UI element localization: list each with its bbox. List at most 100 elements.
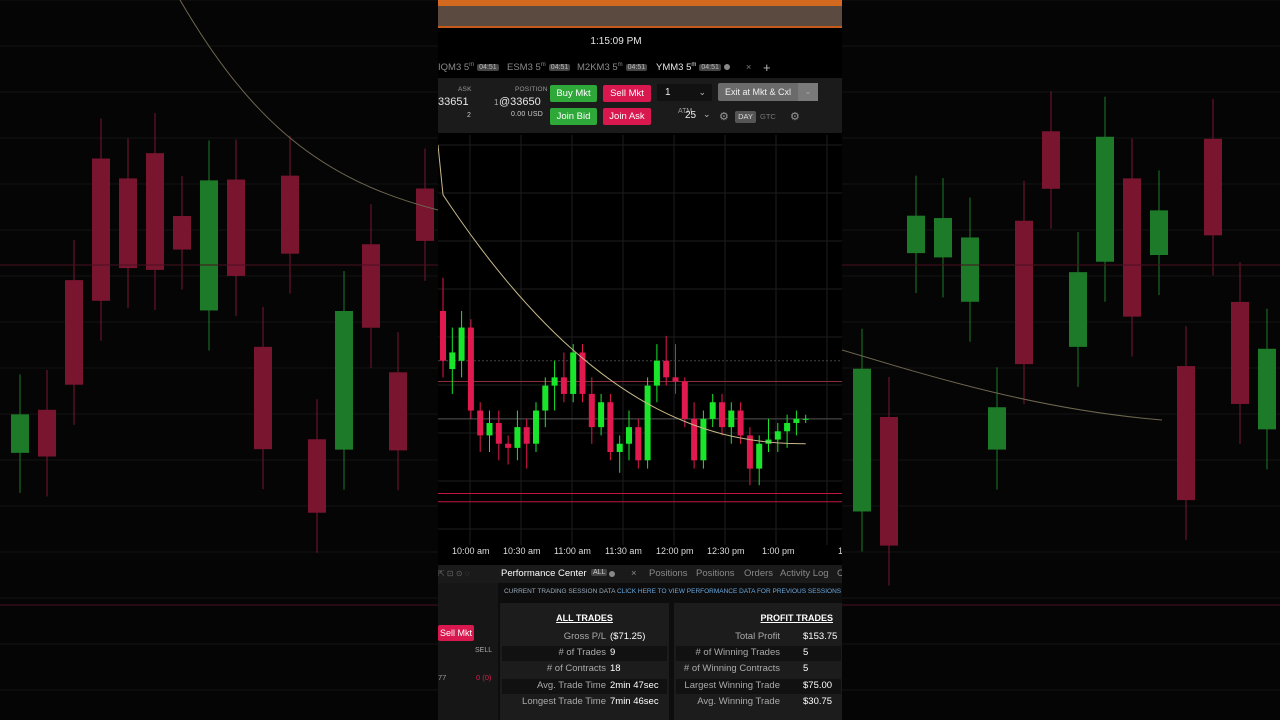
sell-mkt-button-small[interactable]: Sell Mkt — [438, 625, 474, 641]
performance-center: CURRENT TRADING SESSION DATA CLICK HERE … — [498, 583, 842, 720]
x-tick-label: 1:00 pm — [762, 546, 795, 556]
tab-esm3[interactable]: ESM3 5m 04:51 — [507, 62, 571, 73]
candle-body — [1015, 220, 1033, 365]
background-chart-right — [842, 0, 1280, 720]
candle-body — [38, 409, 56, 457]
candle-body — [92, 158, 110, 301]
performance-header: ⇱ ⊡ ⊙ ◌ Performance Center ALL × Positio… — [438, 565, 842, 583]
all-trades-title: ALL TRADES — [556, 613, 613, 623]
candle-body — [880, 417, 898, 546]
candle-body — [551, 377, 558, 386]
candle-body — [635, 427, 642, 461]
gtc-toggle[interactable]: GTC — [760, 111, 776, 123]
candle-body — [449, 352, 456, 370]
candle-body — [1258, 348, 1276, 430]
tab-activity-log[interactable]: Activity Log — [780, 568, 829, 579]
candle-body — [1231, 301, 1249, 404]
tab-positions-2[interactable]: Positions — [696, 568, 735, 579]
candle-body — [416, 188, 434, 241]
candle-body — [961, 237, 979, 302]
stat-row: Largest Winning Trade $75.00 — [676, 679, 841, 694]
candle-body — [533, 410, 539, 444]
session-info: CURRENT TRADING SESSION DATA CLICK HERE … — [504, 588, 842, 595]
ask-label: ASK — [458, 86, 472, 93]
atm-settings-gear-icon[interactable]: ⚙ — [719, 110, 729, 123]
x-tick-label: 11:30 am — [605, 546, 642, 556]
performance-center-tab[interactable]: Performance Center — [501, 568, 587, 579]
candle-body — [362, 244, 380, 328]
candle-body — [1096, 136, 1114, 262]
panel-tool-icons[interactable]: ⇱ ⊡ ⊙ ◌ — [438, 569, 470, 578]
candle-body — [700, 418, 707, 461]
sell-column-label: SELL — [475, 647, 493, 654]
candle-body — [335, 311, 353, 450]
candlestick-chart[interactable] — [438, 135, 842, 545]
order-ticket-panel: Sell Mkt SELL 77 0 (0) — [438, 583, 498, 720]
order-row-left: 77 — [438, 673, 447, 682]
profit-trades-title: PROFIT TRADES — [760, 613, 833, 623]
candle-body — [1204, 138, 1222, 236]
candle-body — [11, 414, 29, 453]
candle-body — [784, 422, 791, 432]
day-toggle[interactable]: DAY — [735, 111, 756, 123]
close-panel-icon[interactable]: × — [631, 568, 637, 579]
candle-body — [523, 427, 530, 444]
tab-more[interactable]: C — [837, 568, 842, 579]
candle-body — [719, 402, 725, 428]
candle-body — [486, 422, 493, 436]
order-settings-gear-icon[interactable]: ⚙ — [790, 110, 800, 123]
stat-row: # of Contracts 18 — [546, 663, 621, 674]
tab-orders[interactable]: Orders — [744, 568, 773, 579]
quantity-select[interactable]: 1 ⌄ — [657, 84, 712, 101]
candle-body — [119, 178, 137, 269]
sell-mkt-button[interactable]: Sell Mkt — [603, 85, 651, 102]
candle-body — [644, 385, 651, 461]
stat-row: # of Trades 9 — [502, 646, 667, 661]
all-trades-card: ALL TRADES Gross P/L ($71.25) # of Trades… — [500, 603, 669, 720]
atm-select[interactable]: 25 ⌄ — [681, 107, 721, 124]
chevron-down-icon: ⌄ — [703, 109, 711, 119]
stat-row: Longest Trade Time 7min 46sec — [522, 696, 659, 707]
top-banner — [438, 0, 842, 28]
add-tab-button[interactable]: + — [763, 60, 771, 75]
candle-body — [560, 377, 567, 394]
position-qty: 1 — [494, 98, 499, 107]
tab-positions[interactable]: Positions — [649, 568, 688, 579]
candle-body — [907, 215, 925, 254]
x-tick-label: 12:00 pm — [656, 546, 694, 556]
close-tab-icon[interactable]: × — [746, 62, 752, 73]
join-bid-button[interactable]: Join Bid — [550, 108, 597, 125]
candle-body — [505, 443, 512, 448]
buy-mkt-button[interactable]: Buy Mkt — [550, 85, 597, 102]
candle-body — [934, 218, 952, 258]
x-tick-label: 10:00 am — [452, 546, 490, 556]
exit-at-mkt-button[interactable]: Exit at Mkt & Cxl ⌄ — [718, 83, 818, 101]
trade-panel: ASK 33651 2 POSITION 1 @33650 0.00 USD B… — [438, 78, 842, 133]
candle-body — [1150, 210, 1168, 255]
candle-body — [467, 327, 474, 411]
previous-sessions-link[interactable]: CLICK HERE TO VIEW PERFORMANCE DATA FOR … — [617, 588, 841, 595]
all-badge[interactable]: ALL — [591, 569, 608, 576]
tab-m2km3[interactable]: M2KM3 5m 04:51 — [577, 62, 648, 73]
instrument-tabs: IQM3 5m 04:51 ESM3 5m 04:51 M2KM3 5m 04:51 … — [438, 60, 842, 78]
candle-body — [672, 377, 679, 382]
candle-body — [146, 153, 164, 270]
status-time: 1:15:09 PM — [590, 36, 642, 47]
stat-row: # of Winning Contracts 5 — [683, 663, 809, 674]
candle-body — [737, 410, 744, 436]
candle-body — [1069, 272, 1087, 347]
chevron-down-icon[interactable]: ⌄ — [798, 83, 818, 101]
candle-body — [709, 402, 716, 419]
candle-body — [728, 410, 735, 428]
tab-ymm3[interactable]: YMM3 5m 04:51 × — [656, 62, 751, 73]
candle-body — [65, 280, 83, 385]
candle-body — [588, 393, 595, 428]
tab-iqm3[interactable]: IQM3 5m 04:51 — [438, 62, 499, 73]
stat-row: Total Profit $153.75 — [735, 631, 838, 642]
price-chart[interactable] — [438, 135, 842, 565]
candle-body — [570, 352, 577, 394]
candle-body — [653, 360, 660, 386]
candle-body — [308, 439, 326, 513]
join-ask-button[interactable]: Join Ask — [603, 108, 651, 125]
candle-body — [616, 443, 623, 453]
